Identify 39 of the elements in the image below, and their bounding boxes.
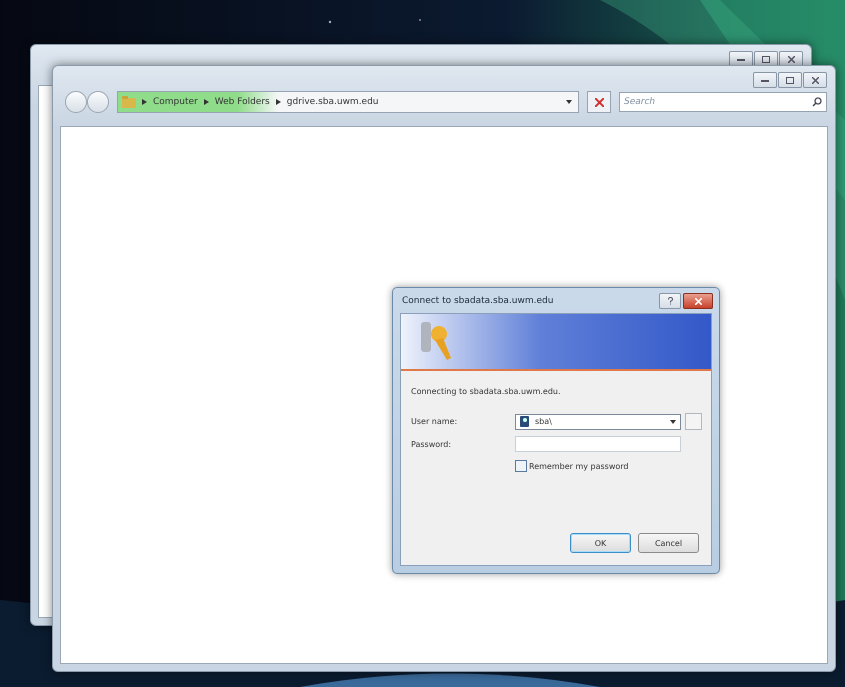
user-icon bbox=[520, 416, 529, 427]
minimize-button[interactable] bbox=[753, 72, 777, 88]
maximize-button[interactable] bbox=[778, 72, 802, 88]
dropdown-icon[interactable] bbox=[670, 420, 676, 424]
minimize-icon bbox=[737, 57, 745, 61]
close-button[interactable] bbox=[803, 72, 827, 88]
maximize-icon bbox=[762, 56, 770, 62]
folder-icon bbox=[122, 96, 136, 108]
password-field[interactable] bbox=[515, 436, 681, 452]
field-label: User name: bbox=[411, 417, 458, 426]
help-icon bbox=[668, 297, 672, 305]
breadcrumb-item[interactable]: gdrive.sba.uwm.edu bbox=[286, 97, 379, 107]
close-icon bbox=[788, 56, 794, 62]
user-name-field[interactable]: sba\ bbox=[515, 414, 681, 430]
close-icon bbox=[594, 98, 604, 106]
field-value: sba\ bbox=[535, 417, 553, 426]
address-bar[interactable]: Computer Web Folders gdrive.sba.uwm.edu bbox=[117, 91, 579, 113]
maximize-icon bbox=[786, 76, 794, 84]
close-icon bbox=[694, 298, 702, 304]
dialog-title: Connect to sbadata.sba.uwm.edu bbox=[402, 296, 554, 306]
cancel-button[interactable]: Cancel bbox=[638, 533, 699, 553]
stop-button[interactable] bbox=[587, 91, 611, 113]
field-label: Password: bbox=[411, 440, 452, 448]
arrow-icon bbox=[142, 99, 147, 105]
close-button[interactable] bbox=[683, 293, 713, 309]
ok-button[interactable]: OK bbox=[570, 533, 631, 553]
breadcrumb-item[interactable]: Computer bbox=[153, 97, 198, 107]
arrow-icon bbox=[276, 99, 281, 105]
checkbox[interactable] bbox=[515, 460, 527, 472]
help-button[interactable] bbox=[659, 293, 681, 309]
breadcrumb-item[interactable]: Web Folders bbox=[214, 97, 270, 107]
dialog-message: Connecting to sbadata.sba.uwm.edu. bbox=[411, 387, 562, 396]
search-field[interactable]: Search bbox=[619, 92, 827, 112]
close-icon bbox=[812, 76, 818, 84]
checkbox-label: Remember my password bbox=[529, 462, 629, 470]
search-icon bbox=[812, 97, 822, 107]
dropdown-icon[interactable] bbox=[566, 100, 572, 104]
minimize-icon bbox=[761, 78, 769, 82]
arrow-icon bbox=[204, 99, 209, 105]
